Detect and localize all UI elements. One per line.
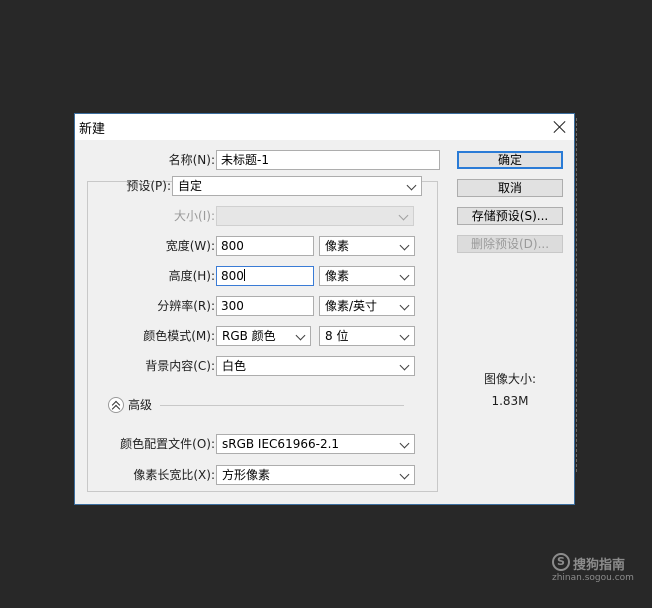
height-input[interactable]: 800	[216, 266, 314, 286]
preset-label: 预设(P):	[126, 179, 171, 193]
chevron-down-icon	[406, 180, 417, 191]
resolution-label: 分辨率(R):	[157, 299, 215, 313]
chevron-down-icon	[399, 330, 410, 341]
pixel-aspect-value: 方形像素	[222, 468, 271, 482]
color-profile-label: 颜色配置文件(O):	[120, 437, 215, 451]
dialog-titlebar: 新建	[75, 114, 574, 140]
close-icon[interactable]	[551, 118, 569, 136]
watermark-url: zhinan.sogou.com	[552, 573, 634, 583]
size-label: 大小(I):	[174, 209, 215, 223]
text-caret	[243, 269, 245, 281]
selection-marquee-edge	[576, 118, 577, 472]
image-size-value: 1.83M	[491, 394, 529, 408]
width-label: 宽度(W):	[165, 239, 215, 253]
color-mode-value: RGB 颜色	[222, 329, 276, 343]
chevron-up-circle-icon[interactable]	[108, 397, 124, 413]
ok-button[interactable]: 确定	[457, 151, 563, 169]
image-size-label: 图像大小:	[483, 372, 537, 386]
chevron-down-icon	[399, 360, 410, 371]
save-preset-button[interactable]: 存储预设(S)...	[457, 207, 563, 225]
dialog-title: 新建	[79, 122, 106, 137]
color-mode-label: 颜色模式(M):	[143, 329, 215, 343]
height-unit-value: 像素	[325, 269, 350, 283]
chevron-down-icon	[399, 240, 410, 251]
width-input[interactable]: 800	[216, 236, 314, 256]
sogou-logo-icon: S	[552, 553, 570, 571]
chevron-down-icon	[399, 270, 410, 281]
resolution-unit-value: 像素/英寸	[325, 299, 378, 313]
chevron-down-icon	[399, 438, 410, 449]
size-select	[216, 206, 414, 226]
chevron-down-icon	[399, 469, 410, 480]
preset-value: 自定	[178, 179, 203, 193]
resolution-input[interactable]: 300	[216, 296, 314, 316]
chevron-down-icon	[398, 210, 409, 221]
height-label: 高度(H):	[168, 269, 215, 283]
height-unit-select[interactable]: 像素	[319, 266, 415, 286]
height-value: 800	[221, 269, 244, 283]
resolution-unit-select[interactable]: 像素/英寸	[319, 296, 415, 316]
bit-depth-value: 8 位	[325, 329, 349, 343]
preset-select[interactable]: 自定	[172, 176, 422, 196]
color-mode-select[interactable]: RGB 颜色	[216, 326, 311, 346]
new-document-dialog: 新建 名称(N): 未标题-1 预设(P): 自定 大小(I): 宽度(W): …	[74, 113, 575, 505]
name-label: 名称(N):	[168, 153, 215, 167]
bit-depth-select[interactable]: 8 位	[319, 326, 415, 346]
background-label: 背景内容(C):	[145, 359, 215, 373]
cancel-button[interactable]: 取消	[457, 179, 563, 197]
advanced-label[interactable]: 高级	[128, 395, 156, 415]
advanced-divider	[160, 405, 404, 406]
background-select[interactable]: 白色	[216, 356, 415, 376]
pixel-aspect-select[interactable]: 方形像素	[216, 465, 415, 485]
name-input[interactable]: 未标题-1	[216, 150, 440, 170]
width-unit-value: 像素	[325, 239, 350, 253]
watermark-brand: 搜狗指南	[573, 558, 626, 573]
chevron-down-icon	[295, 330, 306, 341]
delete-preset-button: 删除预设(D)...	[457, 235, 563, 253]
width-unit-select[interactable]: 像素	[319, 236, 415, 256]
color-profile-select[interactable]: sRGB IEC61966-2.1	[216, 434, 415, 454]
background-value: 白色	[222, 359, 247, 373]
pixel-aspect-label: 像素长宽比(X):	[133, 468, 215, 482]
chevron-down-icon	[399, 300, 410, 311]
color-profile-value: sRGB IEC61966-2.1	[222, 437, 340, 451]
